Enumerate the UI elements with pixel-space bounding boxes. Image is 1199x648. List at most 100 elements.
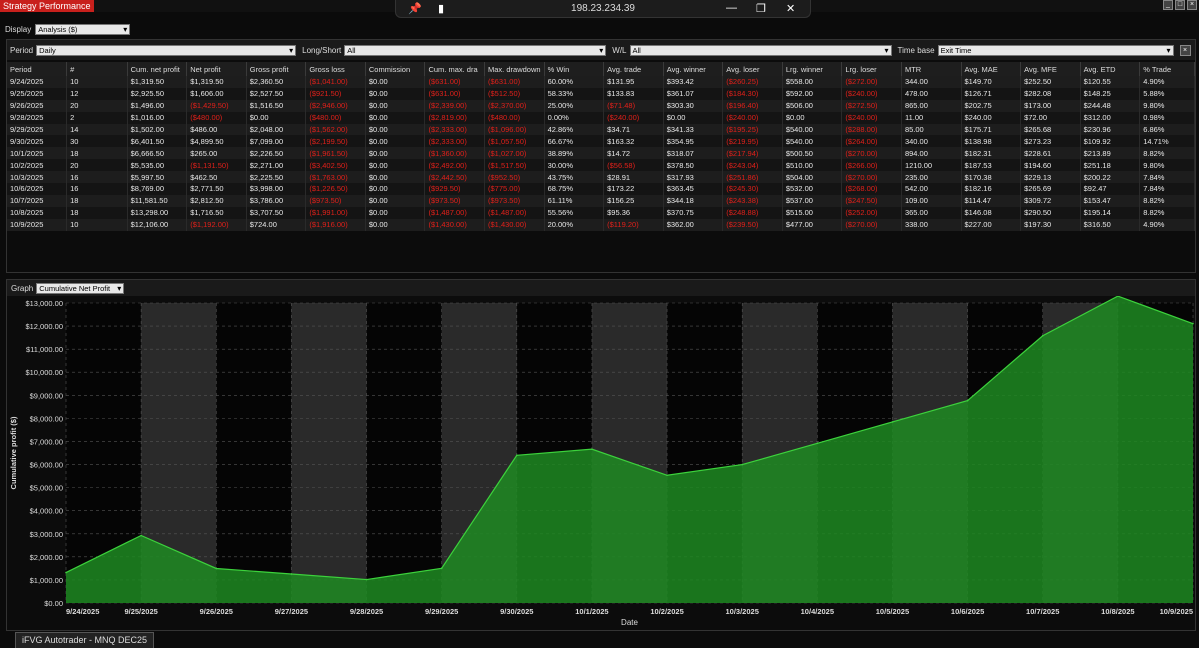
table-row[interactable]: 10/2/2025 20 $5,535.00 ($1,131.50) $2,271.00… bbox=[7, 159, 1195, 172]
data-point bbox=[290, 573, 293, 575]
column-header[interactable]: Max. drawdown bbox=[484, 62, 545, 76]
close-icon[interactable]: × bbox=[1179, 44, 1191, 56]
table-row[interactable]: 10/7/2025 18 $11,581.50 $2,812.50 $3,786.00(… bbox=[7, 194, 1195, 207]
table-cell: 18 bbox=[66, 194, 128, 207]
table-row[interactable]: 9/29/2025 14 $1,502.00 $486.00 $2,048.00 ($1,… bbox=[7, 123, 1195, 136]
table-cell: $500.50 bbox=[782, 147, 843, 160]
table-row[interactable]: 10/3/2025 16 $5,997.50 $462.50 $2,225.50 ($1,… bbox=[7, 171, 1195, 184]
column-header[interactable]: MTR bbox=[901, 62, 962, 76]
table-row[interactable]: 10/8/2025 18 $13,298.00 $1,716.50 $3,707.50(… bbox=[7, 206, 1195, 219]
table-cell: 66.67% bbox=[544, 135, 605, 148]
table-cell: $0.00 bbox=[365, 194, 426, 207]
column-header[interactable]: Commission bbox=[365, 62, 426, 76]
window-controls: _ □ × bbox=[1163, 0, 1197, 12]
table-cell: 16 bbox=[66, 171, 128, 184]
table-cell: 9/25/2025 bbox=[7, 87, 68, 100]
column-header[interactable]: Lrg. loser bbox=[841, 62, 902, 76]
column-header[interactable]: Avg. MFE bbox=[1020, 62, 1081, 76]
column-header[interactable]: Cum. max. dra bbox=[424, 62, 486, 76]
minimize-icon[interactable]: — bbox=[726, 2, 737, 14]
table-cell: ($1,057.50) bbox=[484, 135, 545, 148]
column-header[interactable]: Gross loss bbox=[305, 62, 366, 76]
table-cell: $109.92 bbox=[1080, 135, 1141, 148]
table-cell: ($119.20) bbox=[603, 218, 664, 231]
data-point bbox=[215, 567, 218, 570]
close-icon[interactable]: ✕ bbox=[786, 2, 795, 15]
long-short-select[interactable]: All bbox=[344, 44, 607, 56]
x-tick-label: 9/29/2025 bbox=[425, 607, 458, 616]
y-tick-label: $6,000.00 bbox=[30, 461, 63, 470]
column-header[interactable]: # bbox=[66, 62, 128, 76]
table-cell: $0.00 bbox=[365, 135, 426, 148]
table-cell: $361.07 bbox=[663, 87, 724, 100]
column-header[interactable]: Lrg. winner bbox=[782, 62, 843, 76]
period-select[interactable]: Daily bbox=[36, 44, 297, 56]
table-cell: 10/8/2025 bbox=[7, 206, 68, 219]
column-header[interactable]: Avg. trade bbox=[603, 62, 664, 76]
column-header[interactable]: Period bbox=[7, 62, 68, 76]
table-row[interactable]: 9/28/2025 2 $1,016.00 ($480.00) $0.00 ($480.0… bbox=[7, 111, 1195, 124]
table-cell: 20 bbox=[66, 159, 128, 172]
table-cell: ($270.00) bbox=[841, 171, 902, 184]
table-row[interactable]: 9/26/2025 20 $1,496.00 ($1,429.50) $1,516.50… bbox=[7, 99, 1195, 112]
column-header[interactable]: Net profit bbox=[186, 62, 247, 76]
table-cell: $173.00 bbox=[1020, 99, 1081, 112]
period-label: Period bbox=[10, 45, 34, 55]
table-cell: ($1,562.00) bbox=[305, 123, 366, 136]
table-cell: 9.80% bbox=[1139, 159, 1195, 172]
table-cell: $5,535.00 bbox=[127, 159, 188, 172]
column-header[interactable]: Gross profit bbox=[246, 62, 307, 76]
table-row[interactable]: 9/30/2025 30 $6,401.50 $4,899.50 $7,099.00 ($… bbox=[7, 135, 1195, 148]
column-header[interactable]: Avg. ETD bbox=[1080, 62, 1141, 76]
table-cell: $202.75 bbox=[961, 99, 1022, 112]
graph-select[interactable]: Cumulative Net Profit bbox=[36, 282, 125, 294]
minimize-icon[interactable]: _ bbox=[1163, 0, 1173, 10]
win-loss-select[interactable]: All bbox=[629, 44, 892, 56]
column-header[interactable]: % Trade bbox=[1139, 62, 1195, 76]
data-point bbox=[1192, 322, 1194, 325]
data-point bbox=[440, 567, 443, 570]
table-cell: ($1,027.00) bbox=[484, 147, 545, 160]
y-tick-label: $9,000.00 bbox=[30, 391, 63, 400]
column-header[interactable]: Avg. winner bbox=[663, 62, 724, 76]
table-row[interactable]: 9/24/2025 10 $1,319.50 $1,319.50 $2,360.50 ($… bbox=[7, 76, 1195, 88]
table-cell: 20 bbox=[66, 99, 128, 112]
column-header[interactable]: % Win bbox=[544, 62, 605, 76]
close-icon[interactable]: × bbox=[1187, 0, 1197, 10]
table-cell: 18 bbox=[66, 206, 128, 219]
table-cell: ($184.30) bbox=[722, 87, 783, 100]
column-header[interactable]: Cum. net profit bbox=[127, 62, 188, 76]
table-row[interactable]: 10/9/2025 10 $12,106.00 ($1,192.00) $724.00(… bbox=[7, 218, 1195, 231]
table-cell: ($239.50) bbox=[722, 218, 783, 231]
table-cell: ($240.00) bbox=[841, 111, 902, 124]
y-tick-label: $10,000.00 bbox=[25, 368, 63, 377]
table-cell: $7,099.00 bbox=[246, 135, 307, 148]
display-select[interactable]: Analysis ($) bbox=[35, 23, 131, 35]
column-header[interactable]: Avg. loser bbox=[722, 62, 783, 76]
table-cell: 10/1/2025 bbox=[7, 147, 68, 160]
graph-panel: Graph Cumulative Net Profit $0.00 $1,000.… bbox=[6, 279, 1196, 631]
table-cell: 8.82% bbox=[1139, 147, 1195, 160]
table-cell: 10 bbox=[66, 218, 128, 231]
x-tick-label: 9/24/2025 bbox=[66, 607, 99, 616]
table-cell: $2,527.50 bbox=[246, 87, 307, 100]
y-axis-title: Cumulative profit ($) bbox=[9, 416, 18, 489]
table-cell: $149.70 bbox=[961, 76, 1022, 88]
maximize-icon[interactable]: □ bbox=[1175, 0, 1185, 10]
table-cell: $163.32 bbox=[603, 135, 664, 148]
table-cell: $14.72 bbox=[603, 147, 664, 160]
table-row[interactable]: 10/6/2025 16 $8,769.00 $2,771.50 $3,998.00 ($… bbox=[7, 183, 1195, 195]
table-row[interactable]: 9/25/2025 12 $2,925.50 $1,606.00 $2,527.50 ($… bbox=[7, 87, 1195, 100]
table-cell: $240.00 bbox=[961, 111, 1022, 124]
column-header[interactable]: Avg. MAE bbox=[961, 62, 1022, 76]
strategy-tab[interactable]: iFVG Autotrader - MNQ DEC25 bbox=[15, 632, 155, 648]
table-cell: $197.30 bbox=[1020, 218, 1081, 231]
time-base-select[interactable]: Exit Time bbox=[937, 44, 1174, 56]
table-row[interactable]: 10/1/2025 18 $6,666.50 $265.00 $2,226.50 ($1,… bbox=[7, 147, 1195, 160]
table-cell: $1,496.00 bbox=[127, 99, 188, 112]
table-cell: $532.00 bbox=[782, 183, 843, 195]
table-cell: 344.00 bbox=[901, 76, 962, 88]
table-cell: ($1,487.00) bbox=[424, 206, 486, 219]
restore-icon[interactable]: ❐ bbox=[756, 2, 766, 15]
x-tick-label: 9/28/2025 bbox=[350, 607, 383, 616]
